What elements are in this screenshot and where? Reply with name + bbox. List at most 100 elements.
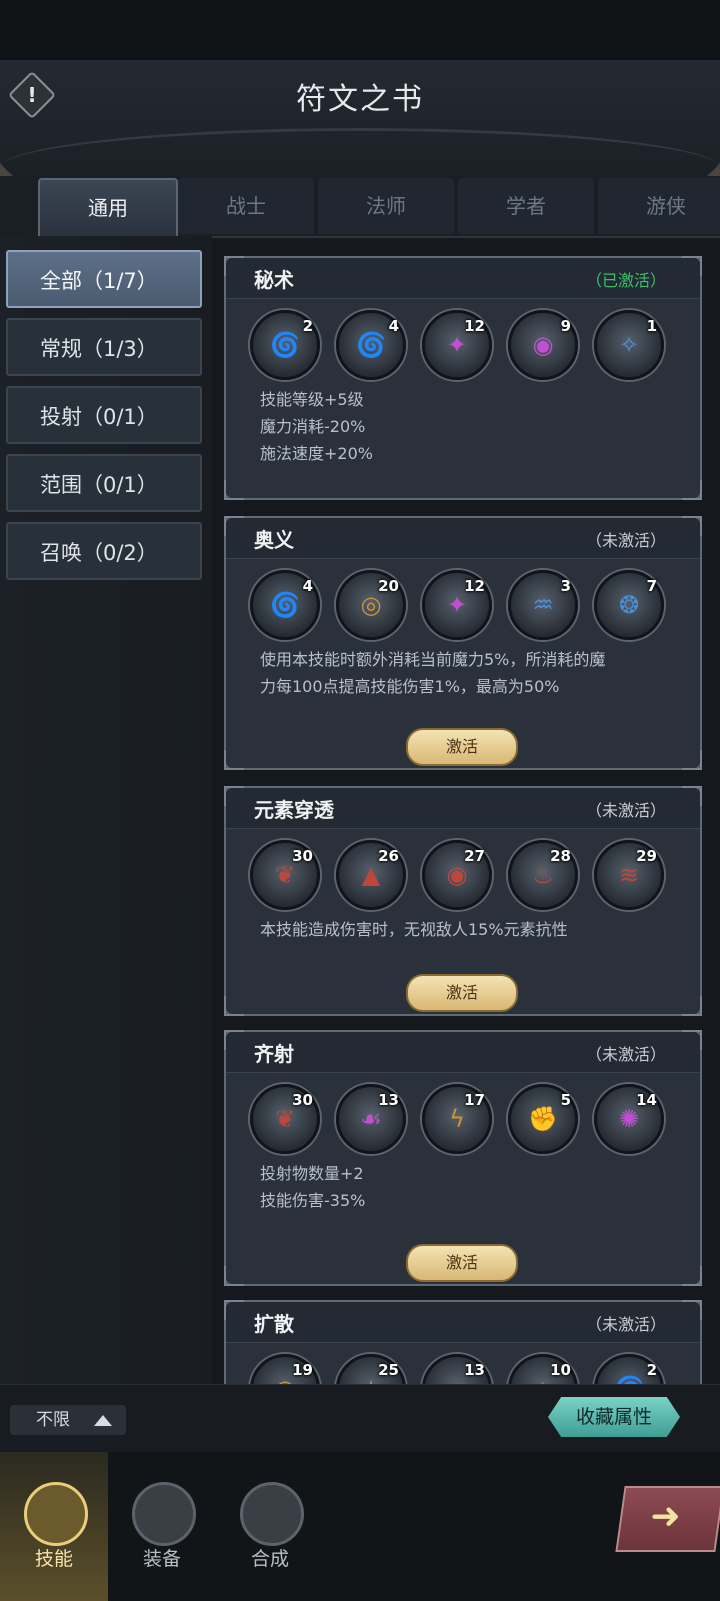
card-header: 奥义 （未激活） bbox=[226, 518, 700, 559]
nav-synthesis[interactable]: 合成 bbox=[216, 1452, 324, 1601]
filter-dropdown[interactable]: 不限 bbox=[10, 1405, 126, 1435]
rune-card[interactable]: 秘术 （已激活） 🌀 2 🌀 4 ✦ 12 ◉ 9 ✧ 1 技能等级+5级 魔力消耗-20… bbox=[224, 256, 702, 500]
sidebar-item-summon[interactable]: 召唤（0/2） bbox=[6, 522, 202, 580]
sidebar-item-projectile[interactable]: 投射（0/1） bbox=[6, 386, 202, 444]
description-line: 魔力消耗-20% bbox=[260, 417, 366, 436]
card-status: （未激活） bbox=[585, 801, 666, 820]
rune-slot[interactable]: ◉ 27 bbox=[422, 840, 492, 910]
tab-general[interactable]: 通用 bbox=[38, 178, 178, 236]
rune-number: 5 bbox=[560, 1091, 571, 1109]
rune-card[interactable]: 元素穿透 （未激活） ❦ 30 ▲ 26 ◉ 27 ♨ 28 ≋ 29 本技能造成伤害时，… bbox=[224, 786, 702, 1016]
rune-number: 2 bbox=[646, 1361, 657, 1379]
rune-slot[interactable]: ✦ 12 bbox=[422, 570, 492, 640]
rune-slot[interactable]: ≋ 29 bbox=[594, 840, 664, 910]
card-status: （未激活） bbox=[585, 1315, 666, 1334]
rune-number: 19 bbox=[292, 1361, 313, 1379]
status-bar bbox=[0, 0, 720, 60]
rune-slot[interactable]: ♒ 3 bbox=[508, 570, 578, 640]
rune-number: 12 bbox=[464, 577, 485, 595]
rune-word-list[interactable]: 秘术 （已激活） 🌀 2 🌀 4 ✦ 12 ◉ 9 ✧ 1 技能等级+5级 魔力消耗-20… bbox=[224, 256, 702, 1412]
rune-number: 20 bbox=[378, 577, 399, 595]
filter-label: 不限 bbox=[36, 1410, 70, 1430]
activate-button[interactable]: 激活 bbox=[406, 974, 518, 1012]
rune-icon: ✧ bbox=[618, 331, 640, 359]
activate-button[interactable]: 激活 bbox=[406, 728, 518, 766]
rune-number: 26 bbox=[378, 847, 399, 865]
page-title: 符文之书 bbox=[296, 82, 424, 117]
rune-number: 13 bbox=[378, 1091, 399, 1109]
bottom-nav: 技能 装备 合成 bbox=[0, 1452, 720, 1601]
sidebar-item-all[interactable]: 全部（1/7） bbox=[6, 250, 202, 308]
rune-card[interactable]: 奥义 （未激活） 🌀 4 ◎ 20 ✦ 12 ♒ 3 ❂ 7 使用本技能时额外消耗当前魔力… bbox=[224, 516, 702, 770]
rune-slot[interactable]: ♨ 28 bbox=[508, 840, 578, 910]
tab-warrior[interactable]: 战士 bbox=[178, 178, 314, 234]
rune-slot[interactable]: ✦ 12 bbox=[422, 310, 492, 380]
card-header: 秘术 （已激活） bbox=[226, 258, 700, 299]
rune-icon: ❂ bbox=[618, 591, 640, 619]
card-corner bbox=[224, 480, 244, 500]
rune-slot[interactable]: ☙13 bbox=[336, 1084, 406, 1154]
tab-ranger[interactable]: 游侠 bbox=[598, 178, 720, 234]
rune-slot[interactable]: ϟ 17 bbox=[422, 1084, 492, 1154]
rune-number: 30 bbox=[292, 847, 313, 865]
rune-slot[interactable]: 🌀 4 bbox=[250, 570, 320, 640]
card-corner bbox=[682, 480, 702, 500]
card-status: （未激活） bbox=[585, 531, 666, 550]
rune-slot[interactable]: ❦ 30 bbox=[250, 840, 320, 910]
rune-slot[interactable]: ❦ 30 bbox=[250, 1084, 320, 1154]
card-corner bbox=[224, 1266, 244, 1286]
sword-icon bbox=[24, 1482, 88, 1546]
rune-slot[interactable]: ❂ 7 bbox=[594, 570, 664, 640]
card-status: （未激活） bbox=[585, 1045, 666, 1064]
rune-card[interactable]: 齐射 （未激活） ❦ 30 ☙ 13 ϟ 17 ✊ 5 ✺ 14 投射物数量+2 技能伤害… bbox=[224, 1030, 702, 1286]
nav-label: 装备 bbox=[142, 1548, 181, 1570]
rune-icon: 🌀 bbox=[270, 591, 300, 619]
rune-number: 25 bbox=[378, 1361, 399, 1379]
card-corner bbox=[682, 1266, 702, 1286]
go-button[interactable]: ➜ bbox=[615, 1486, 720, 1552]
rune-slot[interactable]: ✊ 5 bbox=[508, 1084, 578, 1154]
sidebar-item-area[interactable]: 范围（0/1） bbox=[6, 454, 202, 512]
favorite-attributes-button[interactable]: 收藏属性 bbox=[548, 1397, 680, 1437]
rune-number: 1 bbox=[646, 317, 657, 335]
rune-number: 14 bbox=[636, 1091, 657, 1109]
rune-number: 17 bbox=[464, 1091, 485, 1109]
rune-slot[interactable]: ▲ 26 bbox=[336, 840, 406, 910]
description-line: 技能等级+5级 bbox=[260, 390, 364, 409]
rune-slot[interactable]: ◉ 9 bbox=[508, 310, 578, 380]
tab-bar: 通用 战士 法师 学者 游侠 bbox=[0, 176, 720, 238]
rune-slot[interactable]: 🌀2 bbox=[250, 310, 320, 380]
card-corner bbox=[224, 996, 244, 1016]
rune-slot[interactable]: ✧ 1 bbox=[594, 310, 664, 380]
card-corner bbox=[682, 996, 702, 1016]
description-line: 本技能造成伤害时，无视敌人15%元素抗性 bbox=[260, 920, 568, 939]
tab-scholar[interactable]: 学者 bbox=[458, 178, 594, 234]
card-corner bbox=[682, 750, 702, 770]
rune-icon: 🌀 bbox=[356, 331, 386, 359]
card-header: 元素穿透 （未激活） bbox=[226, 788, 700, 829]
description-line: 技能伤害-35% bbox=[260, 1191, 366, 1210]
rune-number: 3 bbox=[560, 577, 571, 595]
tab-mage[interactable]: 法师 bbox=[318, 178, 454, 234]
rune-number: 28 bbox=[550, 847, 571, 865]
rune-number: 30 bbox=[292, 1091, 313, 1109]
description-line: 力每100点提高技能伤害1%，最高为50% bbox=[260, 677, 560, 696]
sidebar-item-regular[interactable]: 常规（1/3） bbox=[6, 318, 202, 376]
rune-row: 🌀 4 ◎ 20 ✦ 12 ♒ 3 ❂ 7 bbox=[250, 570, 670, 640]
rune-slot[interactable]: ◎ 20 bbox=[336, 570, 406, 640]
synthesis-icon bbox=[240, 1482, 304, 1546]
card-header: 齐射 （未激活） bbox=[226, 1032, 700, 1073]
card-title: 元素穿透 bbox=[254, 798, 334, 822]
rune-number: 2 bbox=[302, 317, 313, 335]
rune-slot[interactable]: 🌀 4 bbox=[336, 310, 406, 380]
rune-row: 🌀 2 🌀 4 ✦ 12 ◉ 9 ✧ 1 bbox=[250, 310, 670, 380]
description-line: 施法速度+20% bbox=[260, 444, 373, 463]
rune-slot[interactable]: ✺ 14 bbox=[594, 1084, 664, 1154]
card-header: 扩散 （未激活） bbox=[226, 1302, 700, 1343]
nav-label: 合成 bbox=[250, 1548, 289, 1570]
nav-skill[interactable]: 技能 bbox=[0, 1452, 108, 1601]
rune-number: 4 bbox=[388, 317, 399, 335]
nav-equipment[interactable]: 装备 bbox=[108, 1452, 216, 1601]
rune-icon: 🌀 bbox=[270, 331, 300, 359]
activate-button[interactable]: 激活 bbox=[406, 1244, 518, 1282]
